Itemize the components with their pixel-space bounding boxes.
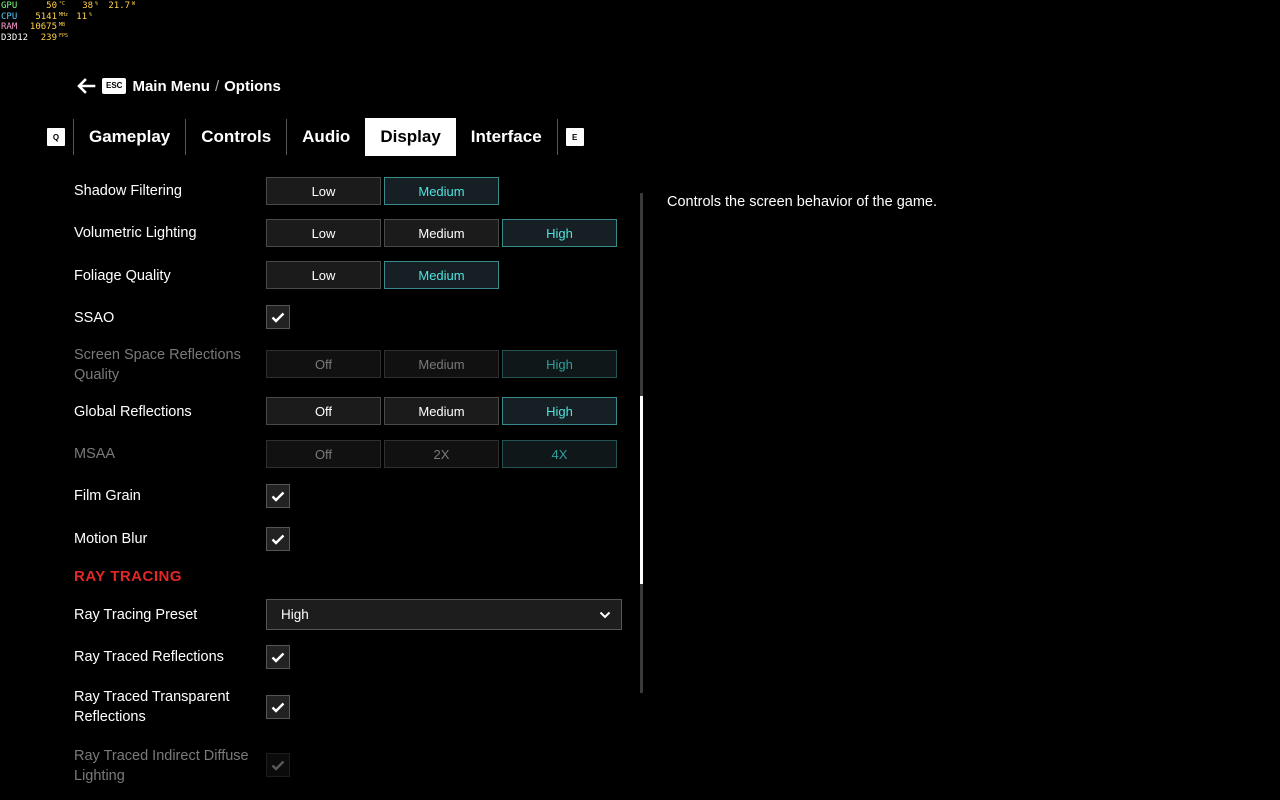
msaa-4x: 4X: [502, 440, 617, 468]
ray-traced-transparent-reflections-label: Ray Traced Transparent Reflections: [74, 689, 230, 725]
shadow-filtering-options: Low Medium: [266, 177, 499, 205]
ray-traced-reflections-label: Ray Traced Reflections: [74, 649, 224, 665]
shadow-filtering-low[interactable]: Low: [266, 177, 381, 205]
ssao-label: SSAO: [74, 310, 115, 326]
tab-display[interactable]: Display: [365, 118, 456, 156]
global-reflections-high[interactable]: High: [502, 397, 617, 425]
volumetric-lighting-options: Low Medium High: [266, 219, 617, 247]
ssr-quality-options: Off Medium High: [266, 350, 617, 378]
chevron-down-icon: [599, 611, 611, 618]
tab-interface[interactable]: Interface: [456, 118, 557, 156]
checkmark-icon: [271, 534, 285, 545]
checkmark-icon: [271, 312, 285, 323]
ray-traced-transparent-reflections-checkbox[interactable]: [266, 695, 290, 719]
msaa-off: Off: [266, 440, 381, 468]
film-grain-label: Film Grain: [74, 488, 141, 504]
foliage-quality-low[interactable]: Low: [266, 261, 381, 289]
ray-traced-indirect-diffuse-checkbox: [266, 753, 290, 777]
e-key-hint[interactable]: E: [565, 128, 584, 146]
msaa-label: MSAA: [74, 446, 116, 462]
volumetric-lighting-low[interactable]: Low: [266, 219, 381, 247]
breadcrumb-parent[interactable]: Main Menu: [132, 78, 210, 95]
hud-cpu-row: CPU 5141 MHz 11%: [1, 11, 93, 22]
ray-tracing-preset-dropdown[interactable]: High: [266, 599, 622, 630]
shadow-filtering-label: Shadow Filtering: [74, 183, 182, 199]
hud-ram-row: RAM 10675 MB: [1, 22, 66, 32]
breadcrumb-current: Options: [224, 77, 281, 95]
tab-gameplay[interactable]: Gameplay: [74, 118, 185, 156]
settings-scrollbar[interactable]: [640, 193, 643, 693]
checkmark-icon: [271, 652, 285, 663]
motion-blur-checkbox[interactable]: [266, 527, 290, 551]
options-tabs: Q Gameplay Controls Audio Display Interf…: [47, 118, 584, 156]
checkmark-icon: [271, 491, 285, 502]
global-reflections-options: Off Medium High: [266, 397, 617, 425]
scrollbar-thumb[interactable]: [640, 396, 643, 584]
hud-gpu-row: GPU 50 °C 38% 21.7 W: [1, 1, 136, 11]
foliage-quality-label: Foliage Quality: [74, 268, 171, 284]
ssr-quality-medium: Medium: [384, 350, 499, 378]
checkmark-icon: [271, 702, 285, 713]
q-key-hint[interactable]: Q: [47, 128, 65, 146]
film-grain-checkbox[interactable]: [266, 484, 290, 508]
ray-tracing-section-title: RAY TRACING: [74, 568, 183, 585]
msaa-options: Off 2X 4X: [266, 440, 617, 468]
ssao-checkbox[interactable]: [266, 305, 290, 329]
ssr-quality-off: Off: [266, 350, 381, 378]
hud-fps-row: D3D12 239 FPS: [1, 32, 69, 43]
breadcrumb: ESC Main Menu / Options: [76, 76, 281, 96]
global-reflections-medium[interactable]: Medium: [384, 397, 499, 425]
checkmark-icon: [271, 760, 285, 771]
foliage-quality-medium[interactable]: Medium: [384, 261, 499, 289]
global-reflections-off[interactable]: Off: [266, 397, 381, 425]
ray-traced-indirect-diffuse-label: Ray Traced Indirect Diffuse Lighting: [74, 748, 249, 784]
volumetric-lighting-medium[interactable]: Medium: [384, 219, 499, 247]
shadow-filtering-medium[interactable]: Medium: [384, 177, 499, 205]
breadcrumb-separator: /: [214, 77, 220, 95]
ray-traced-reflections-checkbox[interactable]: [266, 645, 290, 669]
global-reflections-label: Global Reflections: [74, 404, 192, 420]
setting-description: Controls the screen behavior of the game…: [667, 194, 938, 210]
esc-key-hint[interactable]: ESC: [102, 78, 127, 94]
ssr-quality-high: High: [502, 350, 617, 378]
msaa-2x: 2X: [384, 440, 499, 468]
volumetric-lighting-high[interactable]: High: [502, 219, 617, 247]
foliage-quality-options: Low Medium: [266, 261, 499, 289]
tab-controls[interactable]: Controls: [186, 118, 286, 156]
back-arrow-icon[interactable]: [76, 78, 96, 94]
tab-audio[interactable]: Audio: [287, 118, 365, 156]
ray-tracing-preset-label: Ray Tracing Preset: [74, 607, 198, 623]
volumetric-lighting-label: Volumetric Lighting: [74, 225, 197, 241]
motion-blur-label: Motion Blur: [74, 531, 148, 547]
ssr-quality-label: Screen Space Reflections Quality: [74, 347, 241, 383]
performance-overlay: GPU 50 °C 38% 21.7 W CPU 5141 MHz 11% RAM 1…: [1, 1, 135, 43]
ray-tracing-preset-value: High: [281, 607, 309, 622]
